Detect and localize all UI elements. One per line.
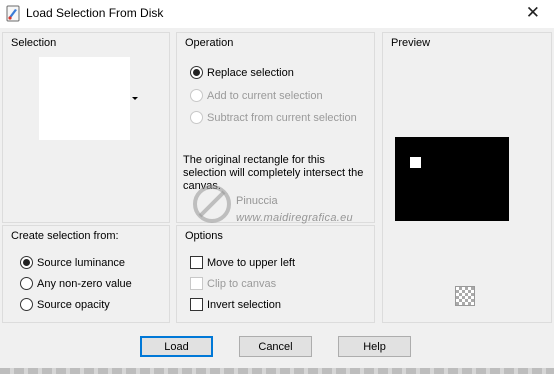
operation-group-label: Operation	[185, 37, 234, 49]
load-button[interactable]: Load	[140, 336, 213, 357]
radio-add-to-selection[interactable]: Add to current selection	[190, 89, 323, 102]
radio-button[interactable]	[190, 89, 203, 102]
background-edge	[0, 368, 554, 374]
close-icon[interactable]: ✕	[526, 3, 540, 23]
radio-label: Source opacity	[37, 298, 110, 311]
radio-label: Source luminance	[37, 256, 126, 269]
radio-label: Replace selection	[207, 66, 294, 79]
radio-button[interactable]	[190, 66, 203, 79]
selection-group: Selection	[2, 32, 170, 223]
checkbox[interactable]	[190, 256, 203, 269]
create-selection-from-label: Create selection from:	[11, 230, 119, 242]
radio-button[interactable]	[20, 277, 33, 290]
checkbox[interactable]	[190, 277, 203, 290]
title-bar: Load Selection From Disk ✕	[0, 0, 554, 28]
radio-label: Subtract from current selection	[207, 111, 357, 124]
options-group-label: Options	[185, 230, 223, 242]
checkbox-label: Clip to canvas	[207, 277, 277, 290]
cancel-button[interactable]: Cancel	[239, 336, 312, 357]
preview-group: Preview	[382, 32, 552, 323]
checkbox[interactable]	[190, 298, 203, 311]
radio-label: Any non-zero value	[37, 277, 132, 290]
radio-label: Add to current selection	[207, 89, 323, 102]
radio-source-opacity[interactable]: Source opacity	[20, 298, 110, 311]
watermark-url: www.maidiregrafica.eu	[236, 212, 353, 224]
watermark-logo-icon	[193, 185, 231, 223]
options-group: Options Move to upper left Clip to canva…	[176, 225, 375, 323]
checkbox-invert-selection[interactable]: Invert selection	[190, 298, 281, 311]
radio-button[interactable]	[20, 256, 33, 269]
checkerboard-icon[interactable]	[455, 286, 475, 306]
checkbox-move-to-upper-left[interactable]: Move to upper left	[190, 256, 295, 269]
selection-group-label: Selection	[11, 37, 57, 49]
checkbox-label: Move to upper left	[207, 256, 296, 269]
radio-button[interactable]	[190, 111, 203, 124]
help-button[interactable]: Help	[338, 336, 411, 357]
dropdown-arrow-icon[interactable]	[132, 97, 138, 100]
create-selection-from-group: Create selection from: Source luminance …	[2, 225, 170, 323]
checkbox-label: Invert selection	[207, 298, 281, 311]
selection-preview-dropdown[interactable]	[39, 57, 130, 140]
preview-image	[395, 137, 509, 221]
preview-selection-square	[410, 157, 421, 168]
radio-replace-selection[interactable]: Replace selection	[190, 66, 294, 79]
paint-app-icon	[6, 5, 20, 22]
watermark-name: Pinuccia	[236, 195, 278, 207]
radio-button[interactable]	[20, 298, 33, 311]
preview-group-label: Preview	[391, 37, 431, 49]
radio-source-luminance[interactable]: Source luminance	[20, 256, 125, 269]
radio-any-non-zero-value[interactable]: Any non-zero value	[20, 277, 132, 290]
checkbox-clip-to-canvas[interactable]: Clip to canvas	[190, 277, 276, 290]
window-title: Load Selection From Disk	[26, 6, 164, 20]
radio-subtract-from-selection[interactable]: Subtract from current selection	[190, 111, 357, 124]
